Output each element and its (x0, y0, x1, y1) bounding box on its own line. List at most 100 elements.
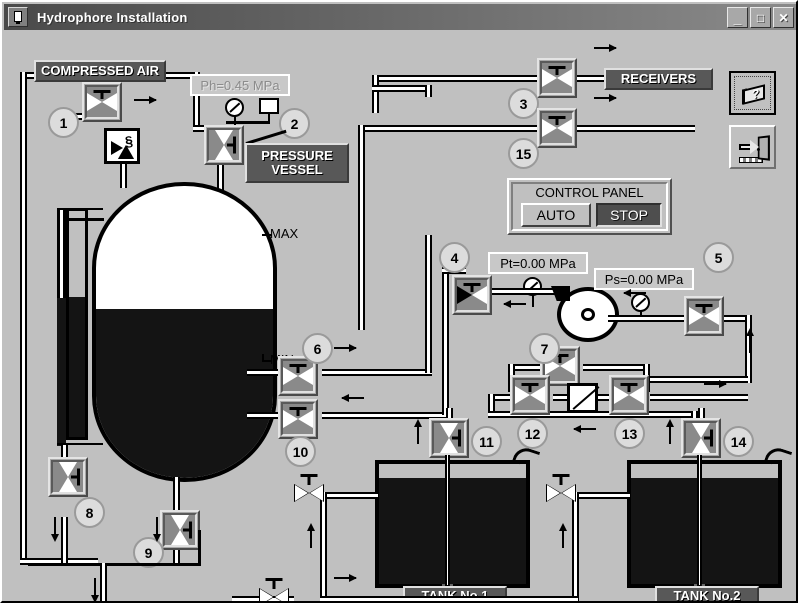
close-icon: ✕ (778, 10, 789, 25)
tag-valve-3[interactable]: 3 (508, 88, 539, 119)
exit-button[interactable] (729, 125, 776, 169)
valve-11-stem (452, 429, 461, 447)
tag-valve-11[interactable]: 11 (471, 426, 502, 457)
arrow-air-flow (134, 96, 157, 104)
minimize-button[interactable]: _ (727, 7, 748, 28)
valve-5[interactable] (684, 296, 724, 336)
valve-15[interactable] (537, 108, 577, 148)
pipe-tank2-inlet (572, 492, 630, 499)
tag-valve-10[interactable]: 10 (285, 436, 316, 467)
pipe-receiver-riser-a (372, 75, 379, 113)
valve-4[interactable] (452, 275, 492, 315)
valve-9-frame (163, 513, 197, 547)
main-drain-valve[interactable] (259, 578, 289, 601)
valve-10[interactable] (278, 399, 318, 439)
arrow-receiver-top (594, 44, 617, 52)
valve-2-stem (227, 136, 236, 154)
tank-2-rim (627, 460, 782, 464)
valve-5-stem (695, 304, 713, 313)
tag-valve-8[interactable]: 8 (74, 497, 105, 528)
level-min-tick-v (262, 354, 264, 362)
auto-button[interactable]: AUTO (521, 203, 591, 227)
safety-relief-valve[interactable]: § (104, 128, 140, 164)
readout-ps: Ps=0.00 MPa (594, 268, 694, 290)
minimize-icon: _ (733, 10, 742, 26)
pipe-v10-riser (442, 267, 449, 415)
tank-2-liquid (631, 478, 778, 584)
tank-1-liquid (379, 478, 526, 584)
control-panel: CONTROL PANEL AUTO STOP (507, 178, 672, 235)
pipe-tank1-riser (320, 492, 327, 601)
maximize-icon: □ (756, 10, 765, 25)
tank-1-rim (375, 460, 530, 464)
tag-valve-12[interactable]: 12 (517, 418, 548, 449)
valve-11[interactable] (429, 418, 469, 458)
arrow-v8 (51, 517, 59, 542)
close-button[interactable]: ✕ (773, 7, 794, 28)
level-sight-glass (66, 208, 88, 440)
tag-valve-5[interactable]: 5 (703, 242, 734, 273)
pipe-v9-in (173, 477, 180, 511)
valve-12-stem (521, 383, 539, 392)
valve-7-stem (551, 354, 569, 363)
valve-6-frame (281, 359, 315, 393)
tank-2-inlet-valve[interactable] (546, 474, 576, 502)
arrow-v9 (153, 517, 161, 542)
pipe-v10-in (247, 412, 282, 419)
valve-3[interactable] (537, 58, 577, 98)
valve-3-stem (548, 66, 566, 75)
valve-13-stem (620, 383, 638, 392)
tag-valve-7[interactable]: 7 (529, 333, 560, 364)
valve-14[interactable] (681, 418, 721, 458)
valve-4-stem (463, 283, 481, 292)
valve-2[interactable] (204, 125, 244, 165)
arrow-v11 (414, 419, 422, 444)
valve-13[interactable] (609, 375, 649, 415)
valve-14-stem (704, 429, 713, 447)
pressure-gauge-ps (631, 293, 650, 312)
pump-hub (581, 308, 595, 321)
level-max-label: MAX (270, 226, 299, 241)
tag-valve-6[interactable]: 6 (302, 333, 333, 364)
tag-valve-13[interactable]: 13 (614, 418, 645, 449)
stop-button[interactable]: STOP (596, 203, 662, 227)
arrow-bypass (573, 425, 596, 433)
sight-top-pipe (66, 218, 104, 221)
tag-valve-2[interactable]: 2 (279, 108, 310, 139)
drain-header-l (28, 563, 30, 566)
arrow-tank1-up (307, 523, 315, 548)
valve-11-frame (432, 421, 466, 455)
label-pv-line1: PRESSURE (261, 147, 333, 163)
tag-valve-14[interactable]: 14 (723, 426, 754, 457)
valve-15-stem (548, 116, 566, 125)
mimic-diagram: MAX MIN § 1 COMPRESSED AIR Ph=0.45 MP (4, 30, 796, 601)
arrow-v5-right (704, 380, 727, 388)
valve-3-frame (540, 61, 574, 95)
label-pv-line2: VESSEL (271, 162, 323, 177)
valve-12[interactable] (510, 375, 550, 415)
pipe-v13-out (650, 394, 748, 401)
tag-valve-15[interactable]: 15 (508, 138, 539, 169)
help-button[interactable]: ? (729, 71, 776, 115)
tank-2 (627, 460, 782, 588)
gauge-pt-stem (532, 295, 534, 307)
vessel-liquid (96, 308, 273, 478)
pressure-switch-indicator (259, 98, 279, 114)
valve-9[interactable] (160, 510, 200, 550)
pipe-tank2-riser (572, 492, 579, 601)
maximize-button[interactable]: □ (750, 7, 771, 28)
valve-1[interactable] (82, 82, 122, 122)
strainer-filter[interactable] (567, 383, 598, 413)
tag-valve-1[interactable]: 1 (48, 107, 79, 138)
tag-valve-4[interactable]: 4 (439, 242, 470, 273)
tank-1-inlet-valve[interactable] (294, 474, 324, 502)
application-window: Hydrophore Installation _ □ ✕ MAX § 1 CO… (0, 0, 798, 603)
arrow-v6 (334, 344, 357, 352)
window-title: Hydrophore Installation (37, 9, 188, 25)
readout-ph: Ph=0.45 MPa (190, 74, 290, 96)
pipe-receiver-bot-out (577, 125, 695, 132)
valve-12-frame (513, 378, 547, 412)
label-receivers: RECEIVERS (604, 68, 713, 90)
valve-8[interactable] (48, 457, 88, 497)
vessel-shell (92, 182, 277, 482)
